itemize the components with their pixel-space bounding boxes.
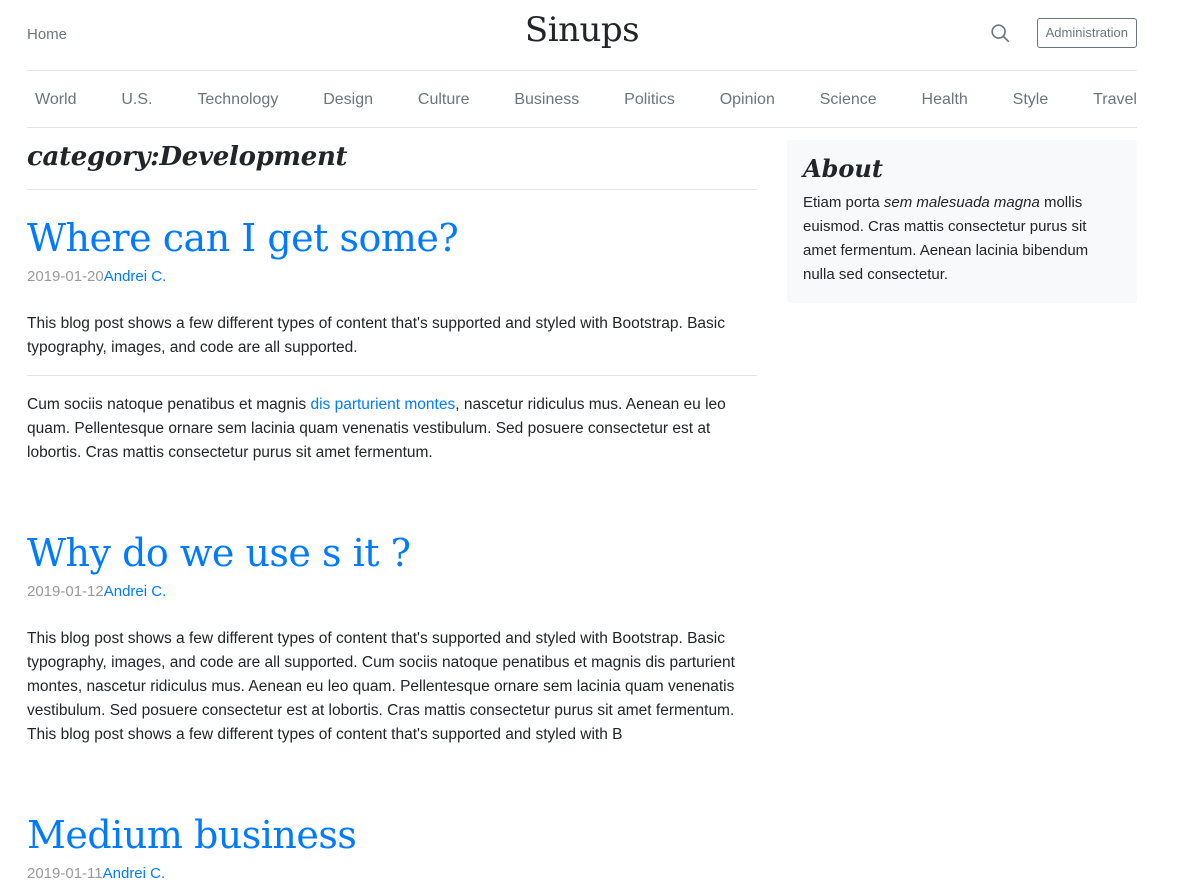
search-icon[interactable] — [989, 22, 1011, 44]
nav-item-style[interactable]: Style — [1013, 89, 1049, 109]
post-title-link[interactable]: Where can I get some? — [27, 214, 757, 262]
category-nav: World U.S. Technology Design Culture Bus… — [27, 71, 1137, 128]
sidebar-text-part: Etiam porta — [803, 194, 884, 211]
blog-post: Medium business 2019-01-11Andrei C. — [27, 747, 757, 887]
nav-item-technology[interactable]: Technology — [197, 89, 278, 109]
post-author-link[interactable]: Andrei C. — [103, 865, 166, 882]
site-header: Home Sinups Administration — [27, 0, 1137, 71]
post-body-link[interactable]: dis parturient montes — [310, 396, 455, 413]
post-title-link[interactable]: Why do we use s it ? — [27, 529, 757, 577]
post-excerpt: This blog post shows a few different typ… — [27, 315, 725, 356]
post-author-link[interactable]: Andrei C. — [104, 583, 167, 600]
blog-post: Where can I get some? 2019-01-20Andrei C… — [27, 190, 757, 465]
post-body: Cum sociis natoque penatibus et magnis d… — [27, 393, 757, 465]
nav-item-health[interactable]: Health — [922, 89, 968, 109]
post-body-text: Cum sociis natoque penatibus et magnis — [27, 396, 311, 413]
nav-item-us[interactable]: U.S. — [121, 89, 152, 109]
post-meta: 2019-01-20Andrei C. — [27, 268, 757, 290]
nav-item-world[interactable]: World — [35, 89, 77, 109]
nav-item-politics[interactable]: Politics — [624, 89, 675, 109]
nav-item-travel[interactable]: Travel — [1093, 89, 1137, 109]
post-title-link[interactable]: Medium business — [27, 811, 757, 859]
site-brand[interactable]: Sinups — [27, 10, 1137, 50]
post-author-link[interactable]: Andrei C. — [104, 268, 167, 285]
page-container: Home Sinups Administration World U.S. Te… — [27, 0, 1137, 882]
post-date: 2019-01-12 — [27, 583, 104, 600]
nav-item-culture[interactable]: Culture — [418, 89, 470, 109]
post-date: 2019-01-20 — [27, 268, 104, 285]
post-divider — [27, 375, 757, 376]
post-meta: 2019-01-12Andrei C. — [27, 583, 757, 605]
post-meta: 2019-01-11Andrei C. — [27, 865, 757, 887]
main-content: category:Development Where can I get som… — [27, 128, 757, 887]
blog-post: Why do we use s it ? 2019-01-12Andrei C.… — [27, 465, 757, 747]
nav-item-business[interactable]: Business — [514, 89, 579, 109]
administration-button[interactable]: Administration — [1036, 18, 1137, 48]
about-sidebar: About Etiam porta sem malesuada magna mo… — [787, 140, 1137, 303]
nav-item-science[interactable]: Science — [820, 89, 877, 109]
post-excerpt: This blog post shows a few different typ… — [27, 630, 735, 743]
brand-text: Sinups — [524, 10, 640, 50]
nav-item-opinion[interactable]: Opinion — [720, 89, 775, 109]
category-title: category:Development — [27, 128, 757, 190]
sidebar-title: About — [803, 154, 883, 183]
sidebar-text: Etiam porta sem malesuada magna mollis e… — [803, 191, 1121, 287]
nav-item-design[interactable]: Design — [323, 89, 373, 109]
sidebar-text-emphasis: sem malesuada magna — [883, 194, 1040, 211]
post-date: 2019-01-11 — [27, 865, 103, 882]
